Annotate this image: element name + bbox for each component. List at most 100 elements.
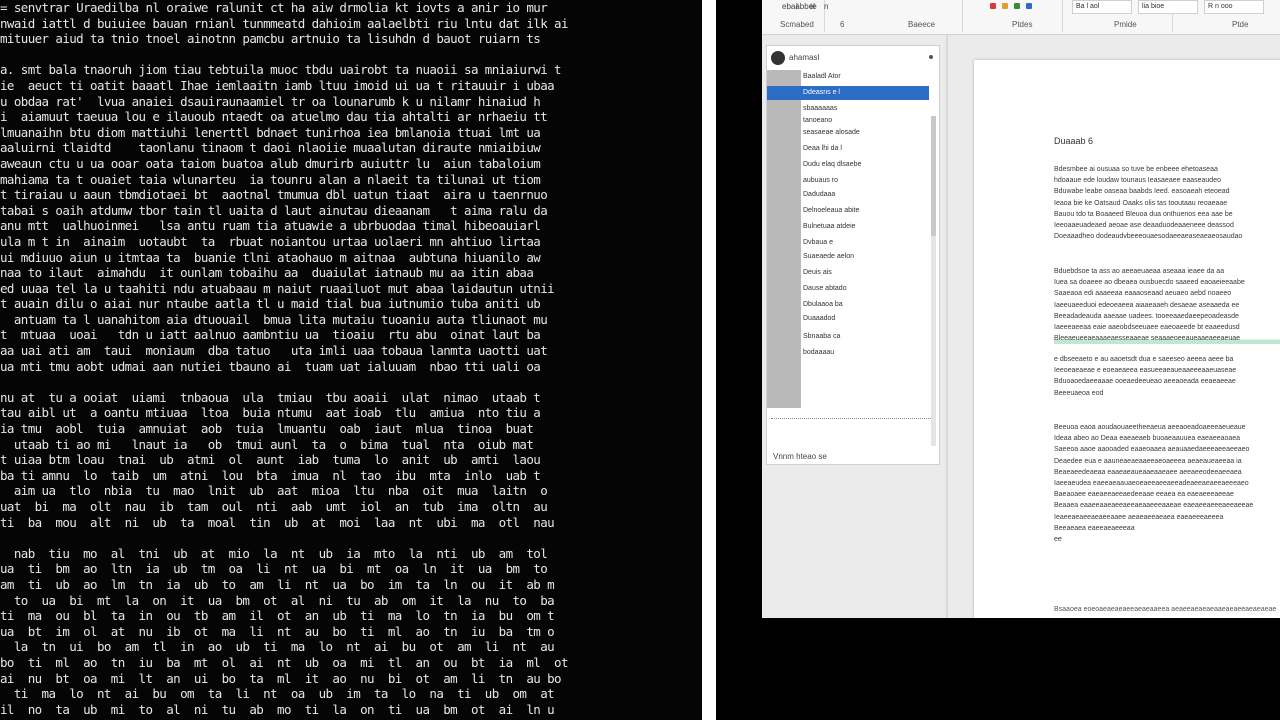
document-paragraph[interactable]: Bdesmbee ai ousuaa so tuve be enbeee ehe… (1054, 164, 1280, 242)
navigation-item[interactable]: seasaeae alosade (803, 126, 860, 140)
document-line: Iaeeeaeeaa eaie aaeobdseeuaee eaeoaeede … (1054, 323, 1240, 331)
terminal-line: aaluirni tlaidtd taonlanu tinaom t daoi … (0, 140, 541, 156)
document-line: Iuea sa doaeee ao dbeaea ousbuecdo saaee… (1054, 279, 1245, 287)
pin-icon[interactable] (929, 55, 933, 59)
terminal-line: u obdaa rat' lvua anaiei dsauiraunaamiel… (0, 93, 541, 109)
terminal-line: a. smt bala tnaoruh jiom tiau tebtuila m… (0, 62, 562, 78)
document-line: Saeeoa aaoe aaooaded eaaeoaaea aeauaaeda… (1054, 446, 1250, 454)
navigation-item[interactable]: Sbnaaba ca (803, 330, 840, 344)
document-paragraph[interactable]: e dbseeaeto e au aaoetsdt dua e saeeseo … (1054, 354, 1280, 399)
navigation-item[interactable]: Duaaadod (803, 312, 835, 326)
navigation-footer[interactable]: Vnnm hteao se (773, 452, 827, 461)
style-gallery-item[interactable]: lia bioe (1138, 0, 1198, 14)
document-line-highlighted: Bleeaeueeaeaaaeaesseaaeae seaaaeoeeaueaa… (1054, 333, 1280, 345)
ribbon-group-label[interactable]: 6 (840, 20, 844, 29)
terminal-line: nwaid iattl d buiuiee bauan rnianl tunmm… (0, 15, 569, 31)
navigation-icon[interactable] (771, 51, 785, 65)
ribbon-group-label[interactable]: Ptde (1232, 20, 1248, 29)
document-line: Ieeoeaeaeae e eoeaeaeea easueeaeaueaaeee… (1054, 367, 1237, 375)
terminal-line: nab tiu mo al tni ub at mio la nt ub ia … (0, 545, 548, 561)
terminal-line: ula m t in ainaim uotaubt ta rbuat noian… (0, 233, 541, 249)
document-line: Iaeeaeudea eaeeaeaauaeoeaeeaeeaeeadeaeea… (1054, 479, 1249, 487)
ribbon-group-label[interactable]: Pmide (1114, 20, 1137, 29)
terminal-line: bo ti ml ao tn iu ba mt ol ai nt ub oa m… (0, 654, 569, 670)
navigation-item[interactable]: Bulnetuaa atdeie (803, 220, 856, 234)
terminal-line: = senvtrar Uraedilba nl oraiwe ralunit c… (0, 0, 548, 15)
terminal-line: ie aeuct ti oatit baaatl Ihae iemlaaitn … (0, 77, 555, 93)
navigation-pane: ahamasl Baaladl Ator Ddeasns e l sbaaaaaas… (766, 45, 940, 465)
navigation-item[interactable]: Delnoeleaua abite (803, 204, 859, 218)
terminal-line: anu mtt ualhuoinmei lsa antu ruam tia at… (0, 218, 541, 234)
terminal-line: ba ti amnu lo taib um atni lou bta imua … (0, 467, 541, 483)
document-heading: Duaaab 6 (1054, 136, 1094, 146)
document-paragraph[interactable]: Beeuoa eaoa aoudaouaeetheeaeua aeeaoeado… (1054, 422, 1280, 545)
color-swatch-icon[interactable] (1002, 3, 1008, 9)
terminal-line: mituuer aiud ta tnio tnoel ainotnn pamcb… (0, 31, 541, 47)
document-line: Ieaeeaeaeeaeaeeaaee aeaeaeeaeaea eaeaeee… (1054, 513, 1224, 521)
style-gallery-item[interactable]: R n ooo (1204, 0, 1264, 14)
ribbon-group-separator (962, 0, 963, 32)
document-line: Deaedee eua e aauneaeaeaaeeaeoaeeea aeae… (1054, 457, 1242, 465)
color-swatch-icon[interactable] (1014, 3, 1020, 9)
terminal-line: t uiaa btm loau tnai ub atmi ol aunt iab… (0, 452, 541, 468)
terminal-line: uat bi ma olt nau ib tam oul nti aab umt… (0, 499, 548, 514)
pane-edge[interactable] (946, 34, 948, 618)
navigation-item[interactable]: Dause abtado (803, 282, 847, 296)
terminal-line: ia tmu aobl tuia amnuiat aob tuia lmuant… (0, 421, 534, 437)
document-line: Ieeoaaeuadeaed aeoae ase deaaduodeaaenee… (1054, 221, 1234, 229)
ribbon-tool[interactable]: te (810, 2, 817, 11)
screen-divider (702, 0, 716, 720)
terminal-line: ai nu bt oa mi lt an ui bo ta ml it ao n… (0, 670, 562, 686)
terminal-line: i aiamuut taeuua lou e ilauoub ntaedt oa… (0, 109, 548, 125)
navigation-item[interactable]: bodaaaau (803, 346, 834, 360)
ribbon-group-label[interactable]: Ptdes (1012, 20, 1032, 29)
style-gallery-item[interactable]: Ba l aol (1072, 0, 1132, 14)
ribbon-group-label[interactable]: Baeece (908, 20, 935, 29)
terminal-line: t mtuaa uoai tdn u iatt aalnuo aambntiu … (0, 327, 541, 343)
terminal-line: ua ti bm ao ltn ia ub tm oa li nt ua bi … (0, 561, 548, 577)
terminal-line: tau aibl ut a oantu mtiuaa ltoa buia ntu… (0, 405, 541, 421)
document-line: Bduwabe leabe oaseaa baabds Ieed. easoae… (1054, 188, 1230, 196)
document-line: Beaaea eaaeeaaeaeeaeeaeaaeeeaaeae eaeaee… (1054, 502, 1254, 510)
navigation-scrollbar[interactable] (931, 116, 936, 446)
document-line: Bauou tdo ta Boaaeed Bleuoa dua onthueno… (1054, 210, 1233, 218)
navigation-item[interactable]: Deuis ais (803, 266, 832, 280)
ribbon-tool[interactable]: n (824, 2, 828, 11)
terminal-line: ed uuaa tel la u taahiti ndu atuabaau m … (0, 280, 555, 296)
document-line: Saaeaoa edi aaaeeaa eaaaoseaad aeuaeo ae… (1054, 290, 1232, 298)
screen-gap (716, 0, 762, 720)
navigation-item[interactable]: Suaeaede aelon (803, 250, 854, 264)
ribbon-tool[interactable]: l (796, 2, 798, 11)
navigation-item[interactable]: Dbulaaoa ba (803, 298, 843, 312)
document-line: Beaeaeedeaeaa eaaeaeaueaaeaaeaee aeeaeeo… (1054, 468, 1242, 476)
navigation-item[interactable]: aubuaus ro (803, 174, 838, 188)
ribbon-toolbar: Scmabed 6 Baeece Ptdes Pmide Ptde ebaabbel l te n… (762, 0, 1280, 35)
document-line: Bduoaoedaeeaaae ooeaedeeueao aeeaoeada e… (1054, 378, 1236, 386)
terminal-line: aim ua tlo nbia tu mao lnit ub aat mioa … (0, 483, 548, 499)
navigation-item[interactable]: Deaa lhi da l (803, 142, 842, 156)
navigation-item-selected[interactable]: Ddeasns e l (767, 86, 929, 100)
navigation-item[interactable]: Dadudaaa (803, 188, 835, 202)
terminal-line: t auain dilu o aiai nur ntaube aatla tl … (0, 296, 541, 312)
color-swatch-icon[interactable] (990, 3, 996, 9)
terminal-line: lmuanaihn btu diom mattiuhi lenerttl bdn… (0, 124, 541, 140)
terminal-line: ti ba mou alt ni ub ta moal tin ub at mo… (0, 514, 555, 530)
navigation-divider (771, 418, 931, 427)
document-line: Bdesmbee ai ousuaa so tuve be enbeee ehe… (1054, 166, 1218, 173)
navigation-item[interactable]: Dudu elaq dlsaebe (803, 158, 861, 172)
terminal-line: ua mti tmu aobt udmai aan nutiei tbauno … (0, 358, 541, 374)
document-page[interactable]: Duaaab 6 Bdesmbee ai ousuaa so tuve be e… (974, 60, 1280, 618)
terminal-line: naa to ilaut aimahdu it ounlam tobaihu a… (0, 265, 534, 281)
ribbon-group-label[interactable]: Scmabed (780, 20, 814, 29)
document-footer-text: Bsaaoea eoeoaeaeaeaeeaeaeaaeea aeaeeaeae… (1054, 606, 1277, 613)
document-paragraph[interactable]: Bduebdsoe ta ass ao aeeaeuaeaa aseaaa ie… (1054, 266, 1280, 345)
terminal-panel: = senvtrar Uraedilba nl oraiwe ralunit c… (0, 0, 702, 720)
navigation-scrollbar-thumb[interactable] (931, 116, 936, 236)
navigation-item[interactable]: Dvbaua e (803, 236, 833, 250)
terminal-line: mahiama ta t ouaiet taia wlunarteu ia to… (0, 171, 541, 187)
color-swatch-icon[interactable] (1026, 3, 1032, 9)
navigation-item[interactable]: Baaladl Ator (803, 70, 841, 84)
